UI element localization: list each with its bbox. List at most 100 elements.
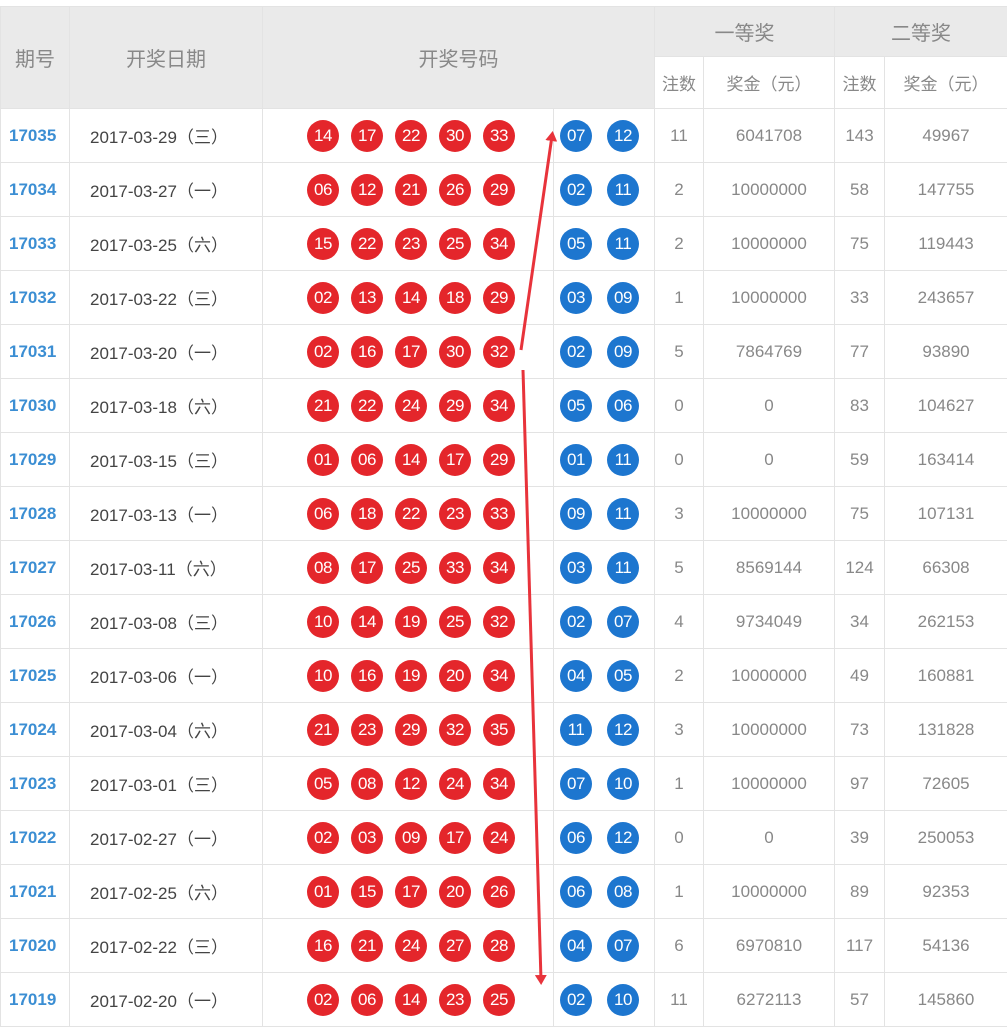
red-ball: 22	[395, 120, 427, 152]
first-prize-amount: 0	[704, 433, 835, 487]
second-prize-amount: 160881	[885, 649, 1007, 703]
first-prize-amount: 6041708	[704, 109, 835, 163]
red-ball: 21	[395, 174, 427, 206]
first-prize-count: 5	[655, 541, 704, 595]
issue-link[interactable]: 17028	[1, 487, 70, 541]
blue-balls: 0712	[554, 109, 655, 163]
blue-ball: 07	[560, 120, 592, 152]
issue-link[interactable]: 17023	[1, 757, 70, 811]
blue-balls: 0506	[554, 379, 655, 433]
red-ball: 17	[351, 120, 383, 152]
blue-ball: 04	[560, 660, 592, 692]
red-balls: 0817253334	[263, 541, 554, 595]
blue-ball: 10	[607, 984, 639, 1016]
red-ball: 34	[483, 660, 515, 692]
first-prize-count: 0	[655, 433, 704, 487]
blue-balls: 09 11	[554, 487, 655, 541]
red-ball: 09	[395, 822, 427, 854]
red-ball: 16	[307, 930, 339, 962]
second-prize-count: 58	[835, 163, 885, 217]
red-ball: 22	[351, 390, 383, 422]
first-prize-amount: 8569144	[704, 541, 835, 595]
issue-link[interactable]: 17025	[1, 649, 70, 703]
red-ball: 17	[351, 552, 383, 584]
red-ball: 16	[351, 336, 383, 368]
table-row: 170272017-03-11（六）0817253334031158569144…	[1, 541, 1007, 595]
red-ball: 10	[307, 606, 339, 638]
issue-link[interactable]: 17035	[1, 109, 70, 163]
issue-link[interactable]: 17019	[1, 973, 70, 1027]
header-second-amount: 奖金（元）	[885, 57, 1007, 109]
red-ball: 25	[395, 552, 427, 584]
red-ball: 29	[439, 390, 471, 422]
red-balls: 1522232534	[263, 217, 554, 271]
blue-ball: 11	[607, 498, 639, 530]
issue-link[interactable]: 17031	[1, 325, 70, 379]
red-ball: 05	[307, 768, 339, 800]
issue-link[interactable]: 17027	[1, 541, 70, 595]
header-numbers: 开奖号码	[263, 7, 655, 109]
table-row: 170322017-03-22（三）0213141829030911000000…	[1, 271, 1007, 325]
red-ball: 20	[439, 660, 471, 692]
table-row: 170232017-03-01（三）0508122434071011000000…	[1, 757, 1007, 811]
draw-date: 2017-03-20（一）	[70, 325, 263, 379]
table-row: 170222017-02-27（一）0203091724061200392500…	[1, 811, 1007, 865]
issue-link[interactable]: 17026	[1, 595, 70, 649]
table-row: 170282017-03-13（一）0618222333091131000000…	[1, 487, 1007, 541]
blue-balls: 0710	[554, 757, 655, 811]
red-ball: 15	[307, 228, 339, 260]
red-ball: 01	[307, 444, 339, 476]
blue-ball: 07	[560, 768, 592, 800]
issue-link[interactable]: 17022	[1, 811, 70, 865]
red-ball: 30	[439, 120, 471, 152]
red-ball: 18	[351, 498, 383, 530]
blue-ball: 09	[560, 498, 592, 530]
first-prize-amount: 10000000	[704, 703, 835, 757]
red-ball: 34	[483, 768, 515, 800]
issue-link[interactable]: 17033	[1, 217, 70, 271]
red-ball: 21	[307, 390, 339, 422]
issue-link[interactable]: 17034	[1, 163, 70, 217]
red-ball: 06	[307, 174, 339, 206]
first-prize-amount: 10000000	[704, 217, 835, 271]
red-ball: 33	[483, 120, 515, 152]
red-ball: 12	[351, 174, 383, 206]
header-date: 开奖日期	[70, 7, 263, 109]
issue-link[interactable]: 17021	[1, 865, 70, 919]
red-ball: 29	[395, 714, 427, 746]
draw-date: 2017-02-25（六）	[70, 865, 263, 919]
red-ball: 03	[351, 822, 383, 854]
red-ball: 17	[395, 336, 427, 368]
header-issue: 期号	[1, 7, 70, 109]
second-prize-count: 75	[835, 487, 885, 541]
issue-link[interactable]: 17032	[1, 271, 70, 325]
red-ball: 25	[483, 984, 515, 1016]
red-ball: 08	[307, 552, 339, 584]
blue-balls: 0608	[554, 865, 655, 919]
red-ball: 14	[395, 984, 427, 1016]
blue-ball: 08	[607, 876, 639, 908]
header-first-amount: 奖金（元）	[704, 57, 835, 109]
first-prize-count: 6	[655, 919, 704, 973]
red-ball: 12	[395, 768, 427, 800]
second-prize-count: 75	[835, 217, 885, 271]
issue-link[interactable]: 17030	[1, 379, 70, 433]
second-prize-amount: 163414	[885, 433, 1007, 487]
blue-ball: 12	[607, 714, 639, 746]
first-prize-count: 2	[655, 217, 704, 271]
red-ball: 02	[307, 822, 339, 854]
blue-ball: 02	[560, 984, 592, 1016]
first-prize-count: 0	[655, 379, 704, 433]
first-prize-count: 2	[655, 649, 704, 703]
red-balls: 0203091724	[263, 811, 554, 865]
second-prize-count: 77	[835, 325, 885, 379]
second-prize-count: 89	[835, 865, 885, 919]
blue-balls: 0405	[554, 649, 655, 703]
issue-link[interactable]: 17029	[1, 433, 70, 487]
first-prize-count: 2	[655, 163, 704, 217]
red-ball: 17	[439, 444, 471, 476]
table-row: 170252017-03-06（一）1016192034040521000000…	[1, 649, 1007, 703]
issue-link[interactable]: 17024	[1, 703, 70, 757]
second-prize-amount: 66308	[885, 541, 1007, 595]
issue-link[interactable]: 17020	[1, 919, 70, 973]
